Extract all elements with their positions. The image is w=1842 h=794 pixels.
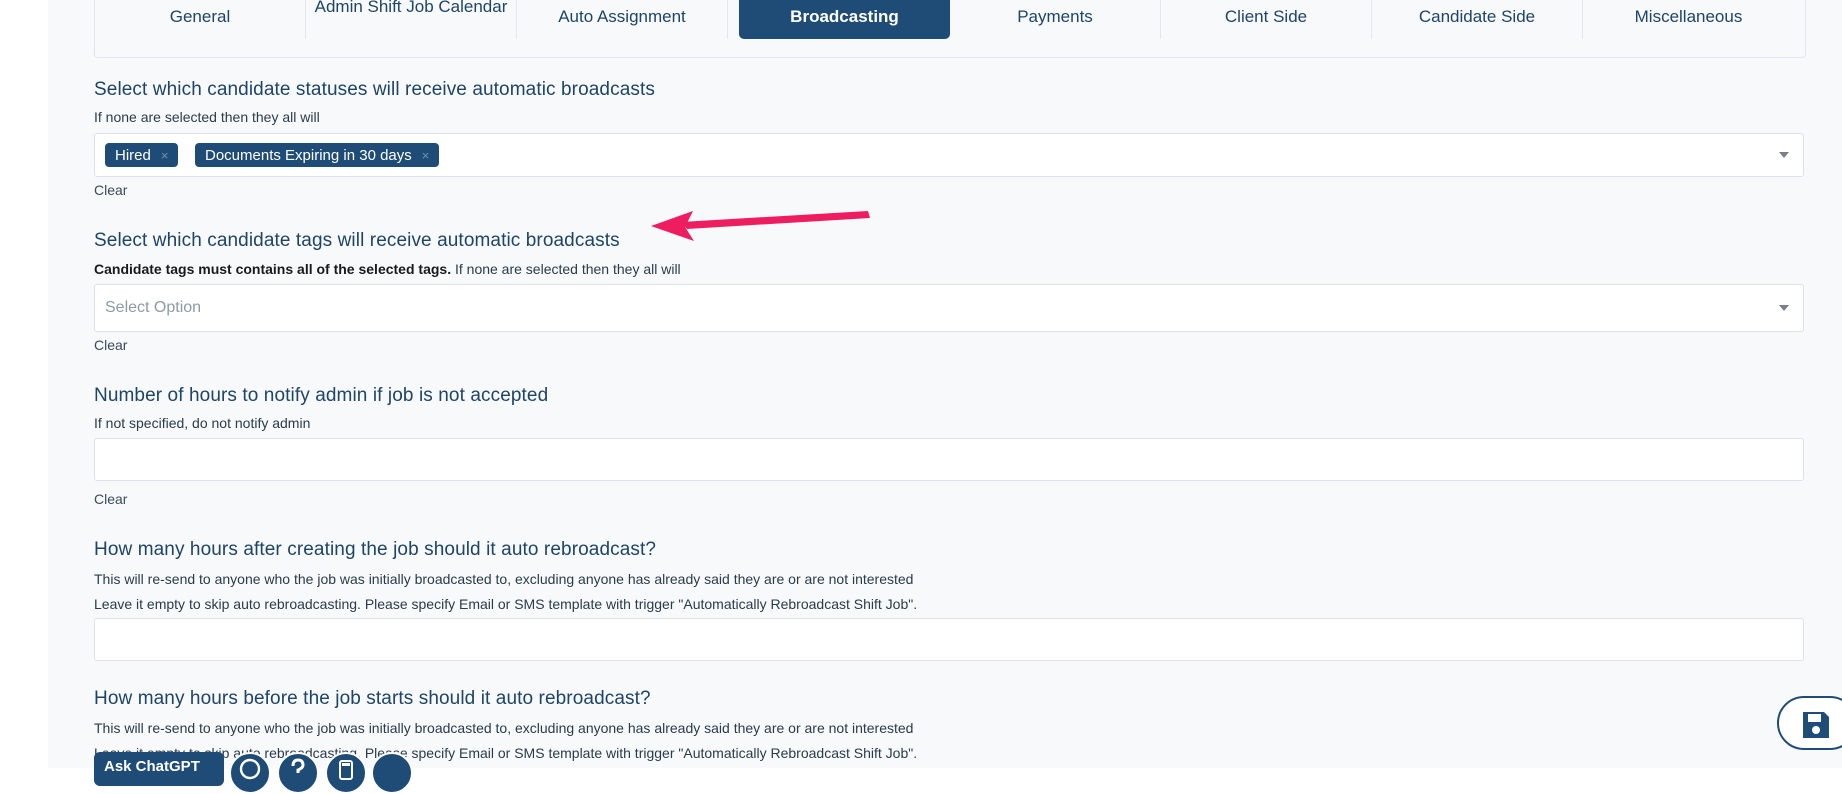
floppy-disk-icon <box>1803 712 1829 738</box>
statuses-help: If none are selected then they all will <box>94 109 320 125</box>
chevron-down-icon[interactable] <box>1779 305 1789 311</box>
chevron-down-icon[interactable] <box>1779 152 1789 158</box>
calculator-icon[interactable] <box>325 752 367 794</box>
rebroadcast-before-help-1: This will re-send to anyone who the job … <box>94 720 914 736</box>
tags-clear-link[interactable]: Clear <box>94 337 127 353</box>
annotation-arrow-icon <box>651 211 870 241</box>
tags-title: Select which candidate tags will receive… <box>94 230 620 251</box>
ask-chatgpt-button[interactable]: Ask ChatGPT <box>94 752 224 786</box>
rebroadcast-before-title: How many hours before the job starts sho… <box>94 688 651 709</box>
statuses-multiselect[interactable]: Hired × Documents Expiring in 30 days × <box>94 133 1804 177</box>
tags-select[interactable]: Select Option <box>94 284 1804 332</box>
more-icon[interactable] <box>371 752 413 794</box>
notify-help: If not specified, do not notify admin <box>94 415 311 431</box>
rebroadcast-after-title: How many hours after creating the job sh… <box>94 539 657 560</box>
tab-admin-shift-job-calendar[interactable]: Admin Shift Job Calendar <box>306 0 517 39</box>
rebroadcast-after-field[interactable] <box>94 618 1804 661</box>
status-chip-hired: Hired × <box>105 143 179 167</box>
statuses-title: Select which candidate statuses will rec… <box>94 79 655 100</box>
notify-title: Number of hours to notify admin if job i… <box>94 385 549 406</box>
help-icon[interactable] <box>277 752 319 794</box>
tab-client-side[interactable]: Client Side <box>1161 0 1372 39</box>
rebroadcast-after-help-2: Leave it empty to skip auto rebroadcasti… <box>94 596 918 612</box>
tags-select-placeholder: Select Option <box>105 299 202 316</box>
tab-candidate-side[interactable]: Candidate Side <box>1372 0 1583 39</box>
tab-auto-assignment[interactable]: Auto Assignment <box>517 0 728 39</box>
save-button[interactable] <box>1777 696 1842 750</box>
tab-broadcasting[interactable]: Broadcasting <box>739 0 950 39</box>
remove-chip-icon[interactable]: × <box>422 148 430 163</box>
whatsapp-icon[interactable] <box>229 752 271 794</box>
tab-payments[interactable]: Payments <box>950 0 1161 39</box>
status-chip-documents-expiring: Documents Expiring in 30 days × <box>195 143 440 167</box>
remove-chip-icon[interactable]: × <box>161 148 169 163</box>
notify-hours-field[interactable] <box>94 438 1804 481</box>
tab-miscellaneous[interactable]: Miscellaneous <box>1583 0 1794 39</box>
rebroadcast-after-input[interactable] <box>95 619 1803 660</box>
statuses-clear-link[interactable]: Clear <box>94 182 127 198</box>
notify-hours-input[interactable] <box>95 439 1803 480</box>
tags-help: Candidate tags must contains all of the … <box>94 261 681 277</box>
settings-tabs: General Admin Shift Job Calendar Auto As… <box>94 0 1806 58</box>
notify-clear-link[interactable]: Clear <box>94 491 127 507</box>
tab-general[interactable]: General <box>95 0 306 39</box>
rebroadcast-after-help-1: This will re-send to anyone who the job … <box>94 571 914 587</box>
